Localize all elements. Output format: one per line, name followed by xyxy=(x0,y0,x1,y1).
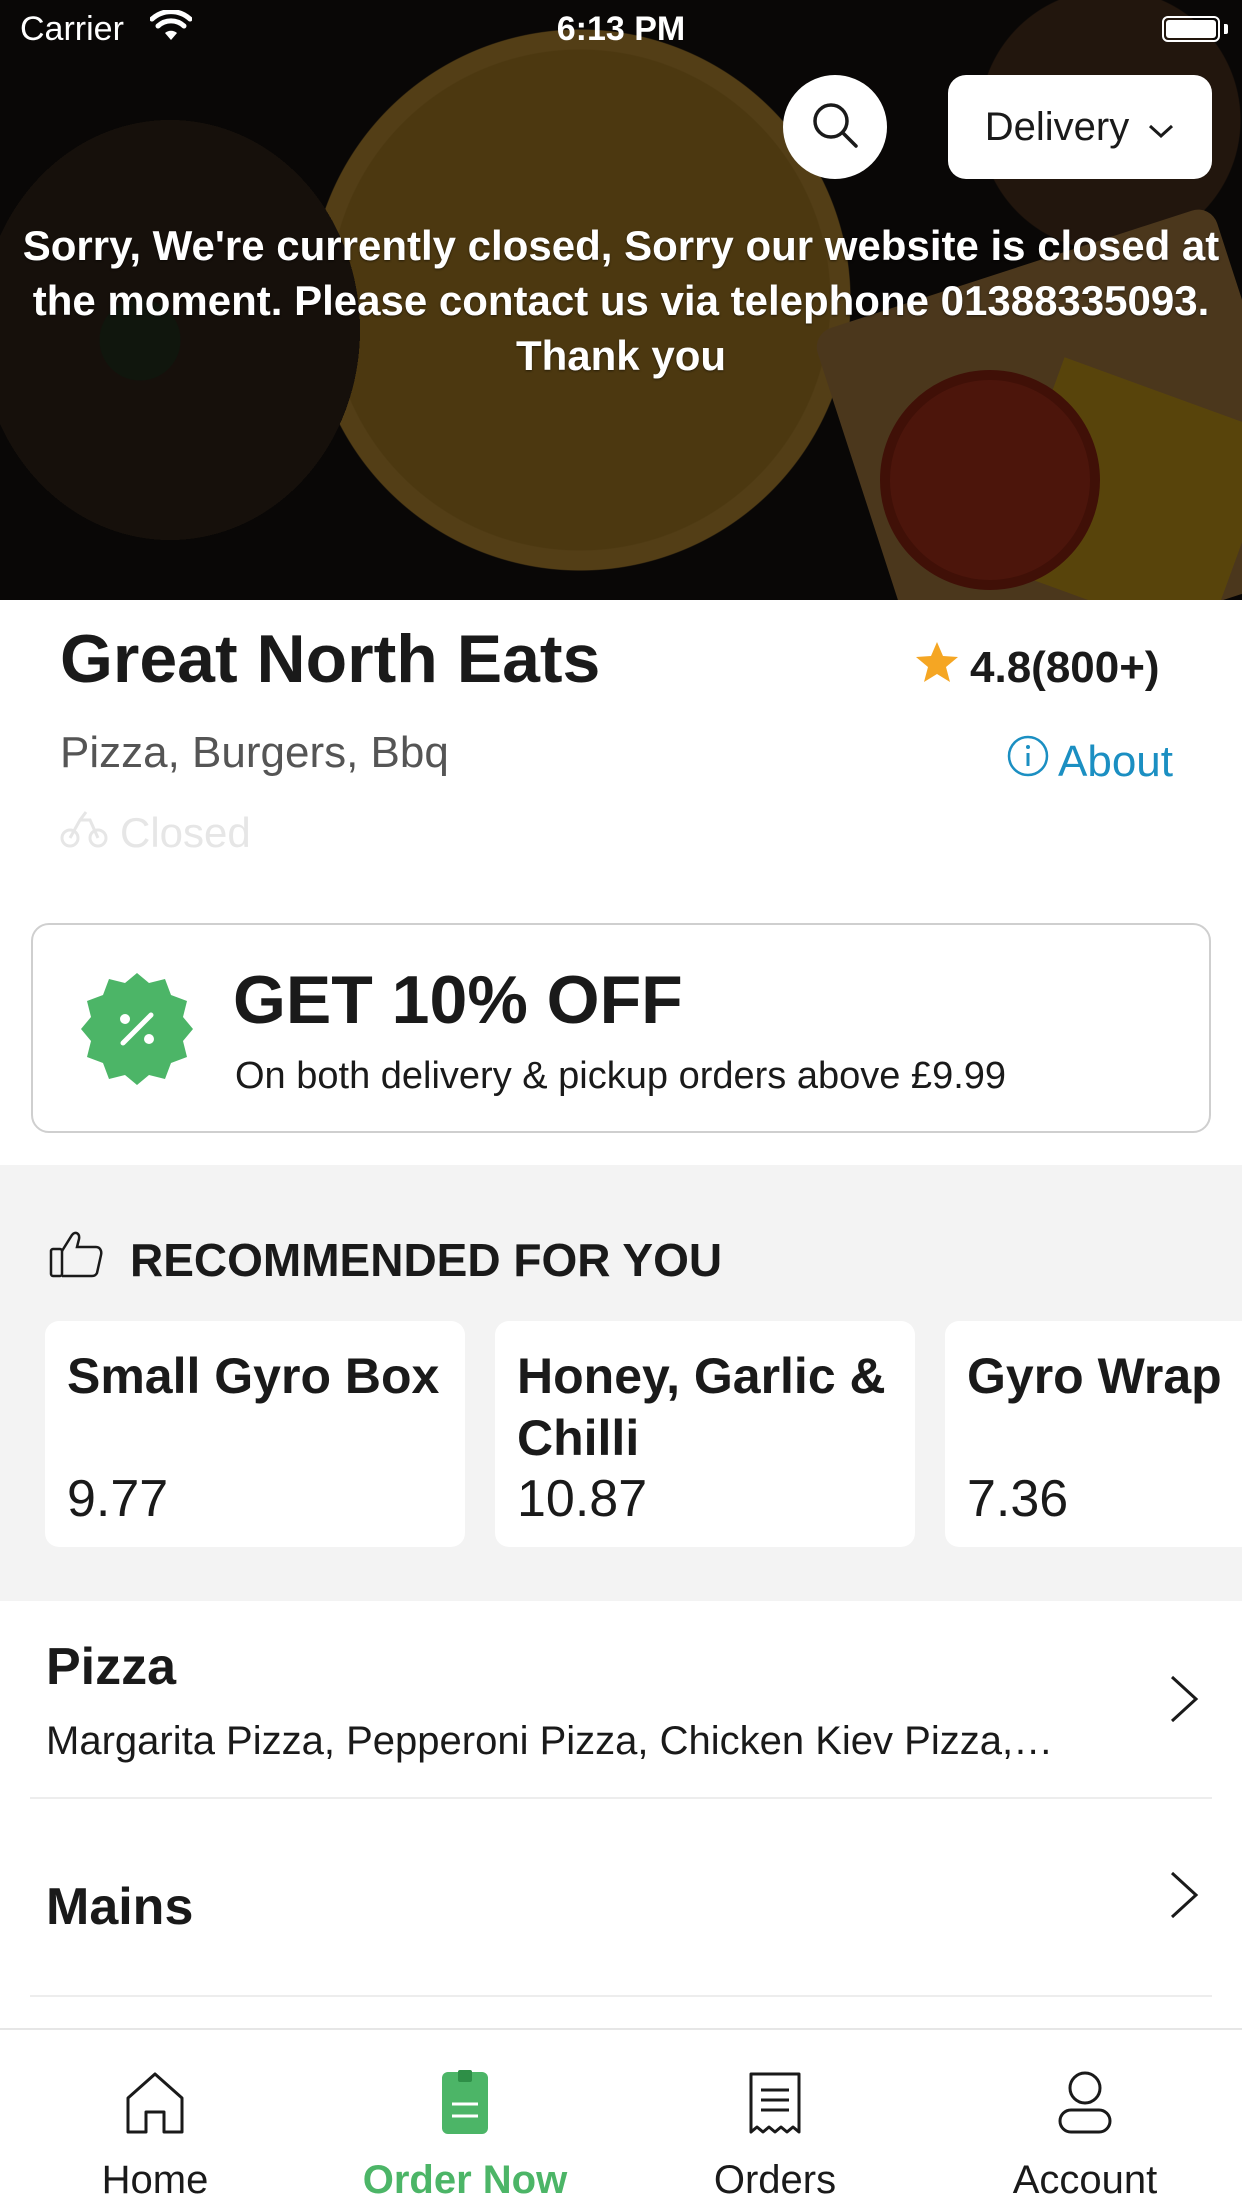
chevron-down-icon xyxy=(1147,105,1175,150)
home-icon xyxy=(0,2070,310,2136)
chevron-right-icon xyxy=(1168,1673,1200,1730)
battery-cap xyxy=(1224,24,1228,34)
rating-value: 4.8(800+) xyxy=(970,642,1160,692)
recommended-card[interactable]: Gyro Wrap 7.36 xyxy=(945,1321,1242,1547)
tab-order-now[interactable]: Order Now xyxy=(310,2030,620,2210)
discount-badge-icon xyxy=(77,969,197,1094)
delivery-mode-label: Delivery xyxy=(984,104,1130,149)
status-text: Closed xyxy=(120,809,251,856)
delivery-mode-dropdown[interactable]: Delivery xyxy=(948,75,1212,179)
recommended-item-name: Gyro Wrap xyxy=(967,1348,1222,1404)
tab-label: Home xyxy=(101,2158,209,2202)
open-status: Closed xyxy=(60,808,251,858)
search-icon xyxy=(809,99,861,156)
restaurant-name: Great North Eats xyxy=(60,621,601,697)
user-icon xyxy=(930,2070,1240,2136)
about-label: About xyxy=(1058,736,1173,786)
category-title: Mains xyxy=(46,1878,194,1936)
recommended-item-price: 7.36 xyxy=(967,1470,1069,1528)
tab-bar: Home Order Now Orders Account xyxy=(0,2028,1242,2210)
tab-orders[interactable]: Orders xyxy=(620,2030,930,2210)
recommended-section[interactable]: RECOMMENDED FOR YOU Small Gyro Box 9.77 … xyxy=(0,1165,1242,1601)
recommended-item-price: 10.87 xyxy=(517,1470,648,1528)
category-items: Margarita Pizza, Pepperoni Pizza, Chicke… xyxy=(46,1719,1054,1763)
status-bar: Carrier 6:13 PM xyxy=(0,0,1242,60)
recommended-header: RECOMMENDED FOR YOU xyxy=(48,1229,722,1290)
recommended-card[interactable]: Honey, Garlic & Chilli Chicken… 10.87 xyxy=(495,1321,915,1547)
recommended-item-name: Small Gyro Box xyxy=(67,1348,440,1404)
search-button[interactable] xyxy=(783,75,887,179)
category-row-pizza[interactable]: Pizza Margarita Pizza, Pepperoni Pizza, … xyxy=(30,1601,1212,1799)
bike-icon xyxy=(60,808,108,858)
hero-banner: Carrier 6:13 PM Delivery Sorry, We're cu… xyxy=(0,0,1242,600)
category-row-mains[interactable]: Mains xyxy=(30,1799,1212,1997)
rating: 4.8(800+) xyxy=(914,640,1160,695)
tab-label: Order Now xyxy=(362,2158,568,2202)
clock: 6:13 PM xyxy=(556,10,686,48)
thumbs-up-icon xyxy=(48,1229,104,1290)
offer-card[interactable]: GET 10% OFF On both delivery & pickup or… xyxy=(31,923,1211,1133)
offer-title: GET 10% OFF xyxy=(233,962,683,1038)
order-icon xyxy=(310,2070,620,2136)
about-link[interactable]: About xyxy=(1006,734,1173,789)
star-icon xyxy=(914,640,960,695)
chevron-right-icon xyxy=(1168,1869,1200,1926)
cuisine-list: Pizza, Burgers, Bbq xyxy=(60,728,449,777)
recommended-card[interactable]: Small Gyro Box 9.77 xyxy=(45,1321,465,1547)
tab-account[interactable]: Account xyxy=(930,2030,1240,2210)
recommended-item-name: Honey, Garlic & Chilli Chicken… xyxy=(517,1348,886,1466)
recommended-item-price: 9.77 xyxy=(67,1470,169,1528)
battery-icon xyxy=(1162,16,1220,42)
category-title: Pizza xyxy=(46,1638,177,1696)
offer-subtitle: On both delivery & pickup orders above £… xyxy=(235,1055,1007,1097)
tab-home[interactable]: Home xyxy=(0,2030,310,2210)
tab-label: Orders xyxy=(713,2158,837,2202)
receipt-icon xyxy=(620,2070,930,2136)
closed-message: Sorry, We're currently closed, Sorry our… xyxy=(22,222,1220,379)
recommended-title: RECOMMENDED FOR YOU xyxy=(130,1233,723,1286)
tab-label: Account xyxy=(1012,2158,1158,2202)
info-icon xyxy=(1006,734,1050,789)
